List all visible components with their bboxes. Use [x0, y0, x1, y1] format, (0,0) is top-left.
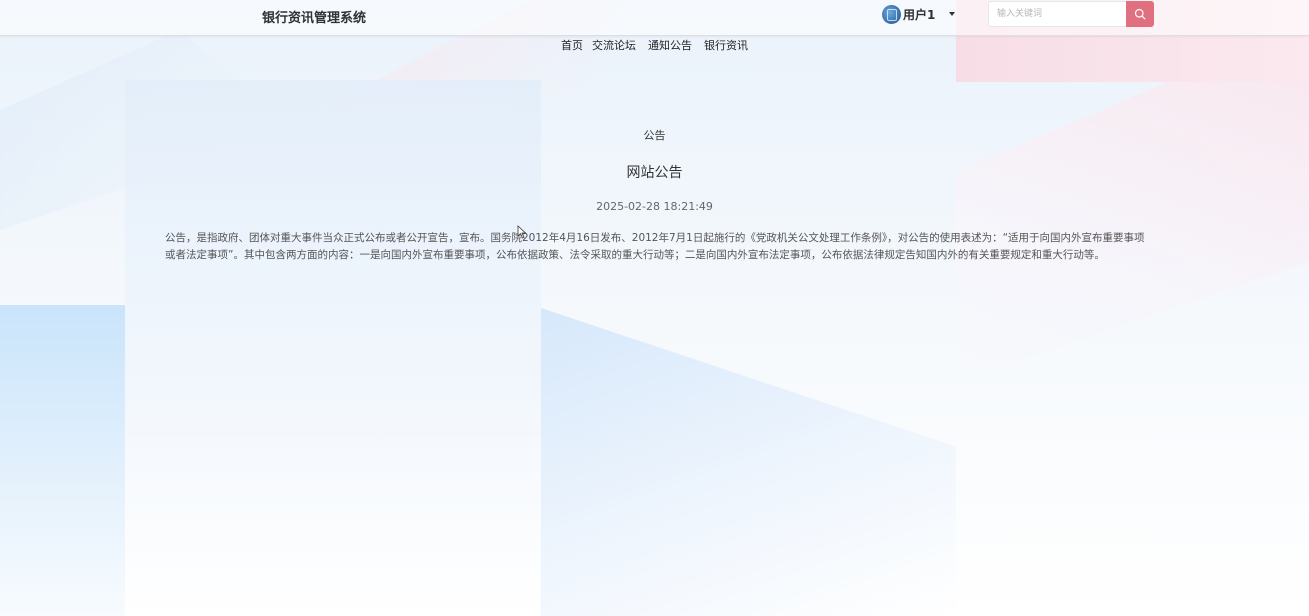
search-icon: [1134, 8, 1146, 20]
nav-item-notices[interactable]: 通知公告: [648, 38, 692, 56]
mouse-cursor-icon: [517, 225, 527, 239]
section-label: 公告: [643, 129, 666, 142]
search-button[interactable]: [1126, 1, 1154, 27]
nav-item-forum[interactable]: 交流论坛: [592, 38, 636, 56]
user-menu[interactable]: 用户1: [882, 4, 956, 24]
top-header: 银行资讯管理系统 用户1: [0, 0, 1309, 36]
article-date: 2025-02-28 18:21:49: [596, 200, 713, 213]
search-box: [988, 1, 1154, 27]
main-nav: 首页 交流论坛 通知公告 银行资讯: [0, 38, 1309, 56]
article-content: 公告 网站公告 2025-02-28 18:21:49 公告，是指政府、团体对重…: [0, 0, 1309, 616]
user-name: 用户1: [903, 7, 936, 22]
user-avatar-icon: [882, 4, 901, 24]
caret-down-icon: [949, 12, 956, 16]
search-input[interactable]: [988, 1, 1126, 27]
nav-item-home[interactable]: 首页: [561, 38, 583, 56]
site-title: 银行资讯管理系统: [262, 11, 367, 26]
article-body: 公告，是指政府、团体对重大事件当众正式公布或者公开宣告，宣布。国务院2012年4…: [165, 232, 1145, 261]
article-title: 网站公告: [626, 165, 683, 181]
nav-item-bank-news[interactable]: 银行资讯: [704, 38, 748, 56]
